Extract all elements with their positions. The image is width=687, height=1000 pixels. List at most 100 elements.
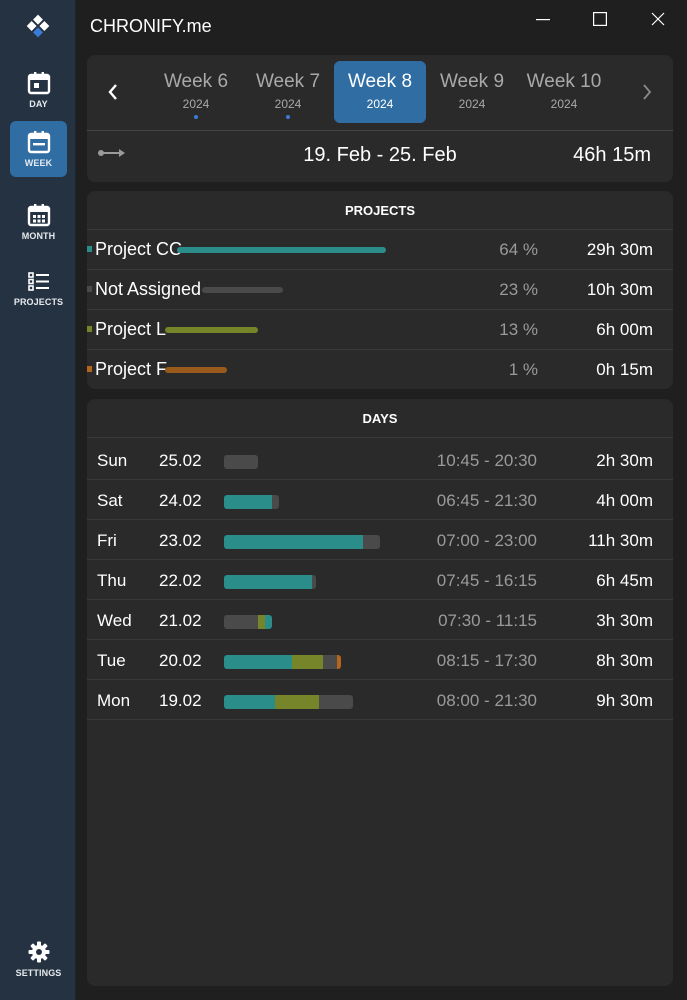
project-row[interactable]: Project L 13 % 6h 00m <box>87 310 673 350</box>
project-share-bar <box>165 327 258 333</box>
bar-segment-not-assigned <box>272 495 279 509</box>
bar-segment-not-assigned <box>323 655 337 669</box>
week-label: Week 9 <box>439 71 505 92</box>
project-row[interactable]: Project CC 64 % 29h 30m <box>87 230 673 270</box>
bar-segment-project-f <box>337 655 341 669</box>
day-name: Sun <box>97 451 128 470</box>
bar-segment-not-assigned <box>312 575 316 589</box>
day-row[interactable]: Tue 20.02 08:15 - 17:30 8h 30m <box>87 640 673 680</box>
bar-segment-project-l <box>275 695 319 709</box>
day-project-bar <box>224 615 272 629</box>
bar-segment-not-assigned <box>224 455 258 469</box>
day-time-span: 07:30 - 11:15 <box>438 611 537 630</box>
day-name: Thu <box>97 571 127 590</box>
bar-segment-project-cc <box>224 575 312 589</box>
day-name: Fri <box>97 531 117 550</box>
week-tab[interactable]: Week 9 2024 <box>426 61 518 123</box>
day-row[interactable]: Wed 21.02 07:30 - 11:15 3h 30m <box>87 600 673 640</box>
has-entries-dot <box>194 115 198 119</box>
settings-label: SETTINGS <box>15 968 62 978</box>
project-name: Project CC <box>95 239 183 259</box>
day-row[interactable]: Mon 19.02 08:00 - 21:30 9h 30m <box>87 680 673 720</box>
day-name: Sat <box>97 491 123 510</box>
project-percent: 23 % <box>499 280 538 299</box>
sidebar-item-week[interactable]: WEEK <box>10 121 67 177</box>
days-panel: DAYS Sun 25.02 10:45 - 20:30 2h 30m Sat … <box>87 399 673 986</box>
sidebar: DAY WEEK MONTH PROJECTS SETTINGS <box>0 0 76 1000</box>
day-duration: 2h 30m <box>596 451 653 470</box>
maximize-button[interactable] <box>585 8 615 30</box>
project-row[interactable]: Project F 1 % 0h 15m <box>87 350 673 390</box>
project-duration: 0h 15m <box>596 360 653 379</box>
sidebar-item-month[interactable]: MONTH <box>10 194 67 250</box>
sidebar-item-label: MONTH <box>21 231 56 241</box>
previous-week-button[interactable] <box>100 77 126 107</box>
day-name: Mon <box>97 691 131 710</box>
week-label: Week 10 <box>526 71 602 92</box>
week-label: Week 6 <box>163 71 229 92</box>
gear-icon <box>28 941 49 963</box>
bar-segment-project-cc <box>224 695 275 709</box>
week-year: 2024 <box>366 97 394 111</box>
project-color-marker <box>87 286 92 292</box>
project-percent: 1 % <box>508 360 538 379</box>
sidebar-item-day[interactable]: DAY <box>10 62 67 118</box>
week-tab[interactable]: Week 6 2024 <box>150 61 242 123</box>
day-duration: 9h 30m <box>596 691 653 710</box>
week-year: 2024 <box>458 97 486 111</box>
day-date: 25.02 <box>159 451 202 470</box>
day-row[interactable]: Sun 25.02 10:45 - 20:30 2h 30m <box>87 440 673 480</box>
week-tab-selected[interactable]: Week 8 2024 <box>334 61 426 123</box>
day-time-span: 07:00 - 23:00 <box>436 531 537 550</box>
app-logo-icon <box>26 14 50 38</box>
week-tab[interactable]: Week 7 2024 <box>242 61 334 123</box>
day-date: 19.02 <box>159 691 202 710</box>
day-project-bar <box>224 655 341 669</box>
week-year: 2024 <box>274 97 302 111</box>
project-name: Project L <box>95 319 167 339</box>
close-button[interactable] <box>643 8 673 30</box>
list-icon <box>27 272 49 291</box>
day-duration: 4h 00m <box>596 491 653 510</box>
sidebar-item-projects[interactable]: PROJECTS <box>10 260 67 316</box>
chevron-right-icon <box>643 84 652 100</box>
maximize-icon <box>593 12 607 26</box>
day-time-span: 06:45 - 21:30 <box>436 491 537 510</box>
day-row[interactable]: Thu 22.02 07:45 - 16:15 6h 45m <box>87 560 673 600</box>
bar-segment-not-assigned <box>224 615 258 629</box>
sidebar-item-settings[interactable]: SETTINGS <box>10 940 67 990</box>
day-date: 24.02 <box>159 491 202 510</box>
minimize-button[interactable] <box>528 8 558 30</box>
bar-segment-project-cc <box>224 495 272 509</box>
has-entries-dot <box>286 115 290 119</box>
project-row[interactable]: Not Assigned 23 % 10h 30m <box>87 270 673 310</box>
project-share-bar <box>202 287 283 293</box>
next-week-button[interactable] <box>634 77 660 107</box>
divider <box>87 130 673 131</box>
day-duration: 3h 30m <box>596 611 653 630</box>
close-icon <box>651 12 665 26</box>
bar-segment-project-cc <box>265 615 272 629</box>
minimize-icon <box>536 19 550 21</box>
day-time-span: 10:45 - 20:30 <box>436 451 537 470</box>
week-total-duration: 46h 15m <box>573 144 651 166</box>
week-year: 2024 <box>550 97 578 111</box>
week-year: 2024 <box>182 97 210 111</box>
day-project-bar <box>224 695 353 709</box>
day-row[interactable]: Sat 24.02 06:45 - 21:30 4h 00m <box>87 480 673 520</box>
day-name: Tue <box>97 651 126 670</box>
week-tab[interactable]: Week 10 2024 <box>518 61 610 123</box>
day-duration: 11h 30m <box>588 531 653 550</box>
day-name: Wed <box>97 611 132 630</box>
project-share-bar <box>177 247 386 253</box>
project-share-bar <box>165 367 227 373</box>
sidebar-item-label: WEEK <box>24 158 53 168</box>
calendar-day-icon <box>27 72 50 95</box>
week-selector-panel: Week 6 2024 Week 7 2024 Week 8 2024 Week… <box>87 55 673 182</box>
day-row[interactable]: Fri 23.02 07:00 - 23:00 11h 30m <box>87 520 673 560</box>
project-duration: 10h 30m <box>586 280 653 299</box>
app-window: DAY WEEK MONTH PROJECTS SETTINGS CHRONIF… <box>0 0 687 1000</box>
calendar-month-icon <box>27 204 50 227</box>
project-percent: 13 % <box>499 320 538 339</box>
bar-segment-not-assigned <box>363 535 380 549</box>
